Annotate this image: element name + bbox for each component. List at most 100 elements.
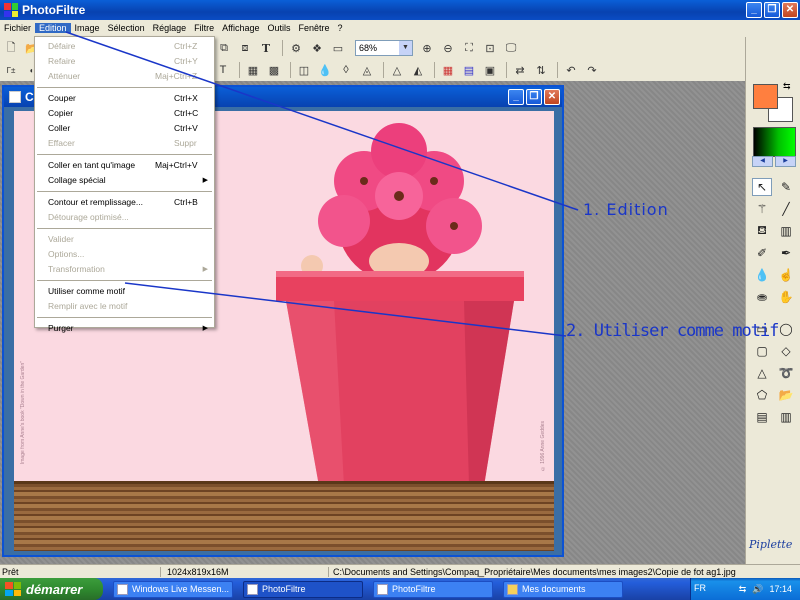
menu-fenetre[interactable]: Fenêtre bbox=[295, 23, 334, 33]
menu-help[interactable]: ? bbox=[334, 23, 347, 33]
rotate-left-icon[interactable]: ↶ bbox=[562, 61, 580, 79]
doc-minimize-button[interactable]: _ bbox=[508, 89, 524, 105]
copy-layer-icon[interactable]: ⧉ bbox=[215, 39, 233, 57]
zoom-select[interactable]: 68% ▼ bbox=[355, 40, 413, 56]
menu-affichage[interactable]: Affichage bbox=[218, 23, 263, 33]
smudge-tool-icon[interactable]: ☝ bbox=[776, 266, 796, 284]
menu-item-remplir-motif[interactable]: Remplir avec le motif bbox=[35, 299, 214, 314]
gradient-icon[interactable]: ◭ bbox=[409, 61, 427, 79]
align-vertical-icon[interactable]: ▥ bbox=[776, 408, 796, 426]
network-icon[interactable]: ⇆ bbox=[739, 584, 747, 595]
menu-reglage[interactable]: Réglage bbox=[149, 23, 191, 33]
menu-item-effacer[interactable]: Effacer Suppr bbox=[35, 136, 214, 151]
window-icon[interactable]: ▭ bbox=[329, 39, 347, 57]
fit-window-icon[interactable]: ⛶ bbox=[460, 39, 478, 57]
clone-stamp-tool-icon[interactable]: ⛂ bbox=[752, 288, 772, 306]
sharpen-more-icon[interactable]: △ bbox=[388, 61, 406, 79]
menu-item-coller-image[interactable]: Coller en tant qu'image Maj+Ctrl+V bbox=[35, 158, 214, 173]
volume-icon[interactable]: 🔊 bbox=[752, 584, 763, 595]
task-mes-documents[interactable]: Mes documents bbox=[503, 580, 623, 598]
polygon-select-icon[interactable]: ⬠ bbox=[752, 386, 772, 404]
pointer-tool-icon[interactable]: ↖ bbox=[752, 178, 772, 196]
menu-item-purger[interactable]: Purger ▶ bbox=[35, 321, 214, 336]
flip-vertical-icon[interactable]: ⇅ bbox=[532, 61, 550, 79]
close-button[interactable]: ✕ bbox=[782, 2, 798, 18]
hue-saturation-icon[interactable]: ▤ bbox=[460, 61, 478, 79]
line-tool-icon[interactable]: ╱ bbox=[776, 200, 796, 218]
menu-item-contour-remplissage[interactable]: Contour et remplissage... Ctrl+B bbox=[35, 195, 214, 210]
scroll-tool-icon[interactable]: ✋ bbox=[776, 288, 796, 306]
zoom-out-icon[interactable]: ⊖ bbox=[439, 39, 457, 57]
minimize-button[interactable]: _ bbox=[746, 2, 762, 18]
auto-levels-icon[interactable]: Γ± bbox=[2, 61, 20, 79]
doc-maximize-button[interactable]: ❐ bbox=[526, 89, 542, 105]
mosaic-icon[interactable]: ▩ bbox=[265, 61, 283, 79]
menu-item-options[interactable]: Options... bbox=[35, 247, 214, 262]
menu-edition[interactable]: Edition bbox=[35, 23, 71, 33]
doc-close-button[interactable]: ✕ bbox=[544, 89, 560, 105]
gradient-swatch[interactable] bbox=[753, 127, 796, 157]
swap-colors-icon[interactable]: ⇆ bbox=[783, 81, 791, 92]
rounded-rect-select-icon[interactable]: ▢ bbox=[752, 342, 772, 360]
rotate-right-icon[interactable]: ↷ bbox=[583, 61, 601, 79]
maximize-button[interactable]: ❐ bbox=[764, 2, 780, 18]
brush-tool-icon[interactable]: ✐ bbox=[752, 244, 772, 262]
diamond-select-icon[interactable]: ◇ bbox=[776, 342, 796, 360]
paste-layer-icon[interactable]: ⧈ bbox=[236, 39, 254, 57]
menu-filtre[interactable]: Filtre bbox=[190, 23, 218, 33]
zoom-in-icon[interactable]: ⊕ bbox=[418, 39, 436, 57]
menu-item-detourage[interactable]: Détourage optimisé... bbox=[35, 210, 214, 225]
emboss-icon[interactable]: ◫ bbox=[295, 61, 313, 79]
grayscale-icon[interactable]: ▦ bbox=[244, 61, 262, 79]
task-photofiltre-2[interactable]: PhotoFiltre bbox=[373, 580, 493, 598]
foreground-color-swatch[interactable] bbox=[753, 84, 778, 109]
start-button[interactable]: démarrer bbox=[0, 578, 103, 600]
new-file-icon[interactable]: 🗋 bbox=[2, 39, 20, 57]
align-horizontal-icon[interactable]: ▤ bbox=[752, 408, 772, 426]
explorer-icon[interactable]: ❖ bbox=[308, 39, 326, 57]
fullscreen-icon[interactable]: 🖵 bbox=[502, 39, 520, 57]
sharpen-icon[interactable]: ◬ bbox=[358, 61, 376, 79]
chevron-down-icon[interactable]: ▼ bbox=[399, 41, 412, 55]
arrow-right-icon[interactable]: ▶ bbox=[775, 156, 796, 167]
frame-icon[interactable]: ▣ bbox=[481, 61, 499, 79]
menu-item-valider[interactable]: Valider bbox=[35, 232, 214, 247]
open-shape-icon[interactable]: 📂 bbox=[776, 386, 796, 404]
language-indicator[interactable]: FR bbox=[694, 583, 706, 593]
menu-item-defaire[interactable]: Défaire Ctrl+Z bbox=[35, 39, 214, 54]
menu-image[interactable]: Image bbox=[71, 23, 104, 33]
spray-tool-icon[interactable]: ▥ bbox=[776, 222, 796, 240]
menu-item-copier[interactable]: Copier Ctrl+C bbox=[35, 106, 214, 121]
flip-horizontal-icon[interactable]: ⇄ bbox=[511, 61, 529, 79]
blur-tool-icon[interactable]: 💧 bbox=[752, 266, 772, 284]
fill-bucket-tool-icon[interactable]: ⛾ bbox=[752, 222, 772, 240]
lasso-select-icon[interactable]: ➰ bbox=[776, 364, 796, 382]
advanced-brush-tool-icon[interactable]: ✒ bbox=[776, 244, 796, 262]
menu-item-utiliser-motif[interactable]: Utiliser comme motif bbox=[35, 284, 214, 299]
actual-size-icon[interactable]: ⊡ bbox=[481, 39, 499, 57]
folder-icon bbox=[507, 583, 518, 595]
task-windows-live-messenger[interactable]: Windows Live Messen... bbox=[113, 580, 233, 598]
eyedropper-tool-icon[interactable]: ✎ bbox=[776, 178, 796, 196]
color-balance-icon[interactable]: ▦ bbox=[439, 61, 457, 79]
arrow-left-icon[interactable]: ◀ bbox=[752, 156, 773, 167]
menu-item-coller[interactable]: Coller Ctrl+V bbox=[35, 121, 214, 136]
magic-wand-tool-icon[interactable]: ⚚ bbox=[752, 200, 772, 218]
soften-icon[interactable]: ◊ bbox=[337, 61, 355, 79]
menu-selection[interactable]: Sélection bbox=[104, 23, 149, 33]
menu-item-collage-special[interactable]: Collage spécial ▶ bbox=[35, 173, 214, 188]
ellipse-select-icon[interactable]: ◯ bbox=[776, 320, 796, 338]
menu-item-transformation[interactable]: Transformation ▶ bbox=[35, 262, 214, 277]
menu-item-attenuer[interactable]: Atténuer Maj+Ctrl+Z bbox=[35, 69, 214, 84]
blur-icon[interactable]: 💧 bbox=[316, 61, 334, 79]
clock[interactable]: 17:14 bbox=[769, 584, 792, 594]
triangle-select-icon[interactable]: △ bbox=[752, 364, 772, 382]
menu-fichier[interactable]: Fichier bbox=[0, 23, 35, 33]
plugins-icon[interactable]: ⚙ bbox=[287, 39, 305, 57]
menu-item-couper[interactable]: Couper Ctrl+X bbox=[35, 91, 214, 106]
text-tool-icon[interactable]: T bbox=[257, 39, 275, 57]
text-effects-icon[interactable]: T bbox=[214, 61, 232, 79]
task-photofiltre-1[interactable]: PhotoFiltre bbox=[243, 580, 363, 598]
menu-item-refaire[interactable]: Refaire Ctrl+Y bbox=[35, 54, 214, 69]
menu-outils[interactable]: Outils bbox=[264, 23, 295, 33]
